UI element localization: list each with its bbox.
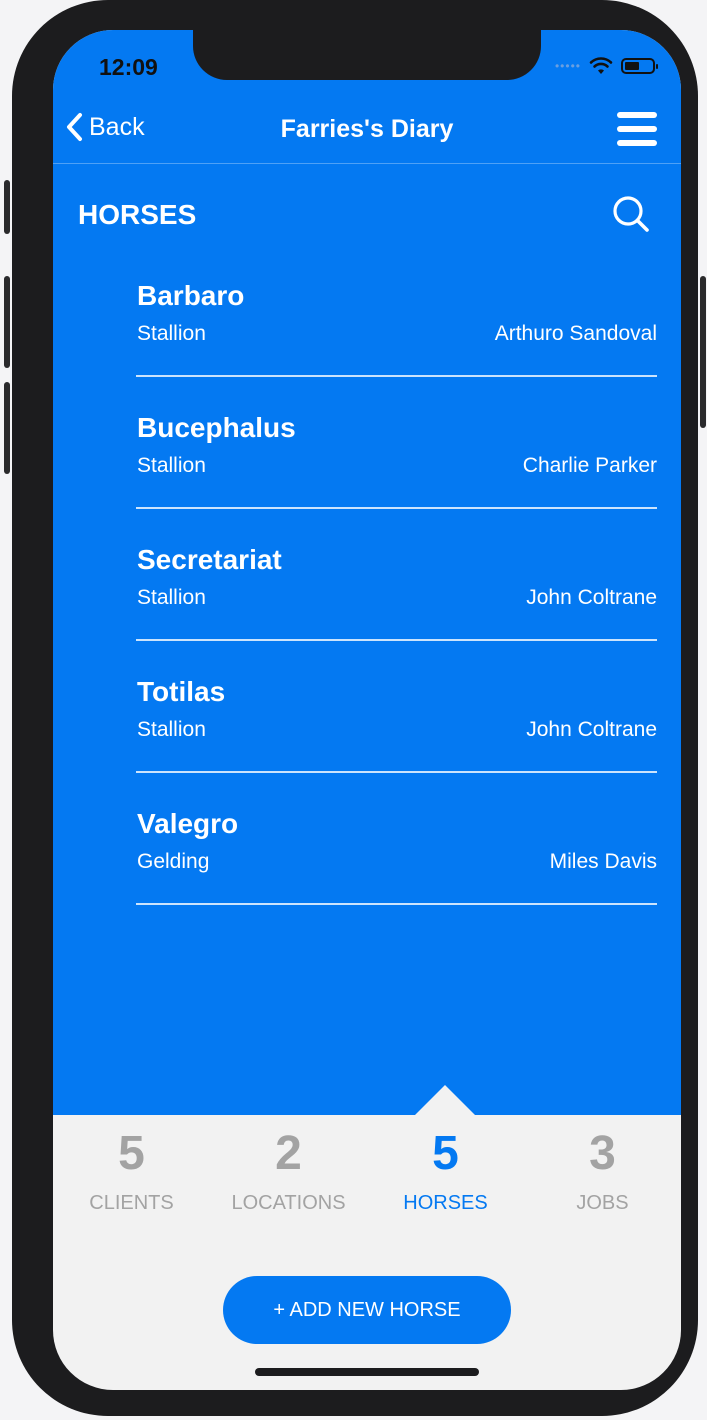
row-divider — [136, 903, 657, 905]
row-divider — [136, 375, 657, 377]
search-icon[interactable] — [611, 194, 651, 234]
row-divider — [136, 771, 657, 773]
screen: 12:09 ••••• Back Farries's Diary HORSES … — [53, 30, 681, 1390]
status-time: 12:09 — [99, 54, 158, 80]
status-icons: ••••• — [554, 56, 658, 76]
menu-icon[interactable] — [617, 112, 657, 148]
horse-owner: Arthuro Sandoval — [494, 322, 657, 345]
horse-type: Stallion — [137, 586, 206, 609]
horse-type: Stallion — [137, 718, 206, 741]
list-item[interactable]: Barbaro Stallion Arthuro Sandoval — [136, 280, 657, 412]
page-title: Farries's Diary — [280, 115, 454, 143]
wifi-icon — [589, 57, 613, 74]
tab-label: LOCATIONS — [231, 1192, 346, 1214]
horse-owner: Miles Davis — [549, 850, 657, 873]
horse-type: Stallion — [137, 322, 206, 345]
volume-down-button — [4, 382, 10, 474]
active-tab-pointer — [415, 1085, 475, 1115]
tab-clients[interactable]: 5 CLIENTS — [53, 1130, 210, 1240]
tab-label: HORSES — [403, 1192, 488, 1214]
device-frame: 12:09 ••••• Back Farries's Diary HORSES … — [4, 0, 706, 1416]
row-divider — [136, 639, 657, 641]
volume-up-button — [4, 276, 10, 368]
horse-name: Bucephalus — [137, 412, 296, 443]
nav-bar: Back Farries's Diary — [53, 100, 681, 162]
horse-type: Gelding — [137, 850, 210, 873]
section-title: HORSES — [78, 199, 197, 230]
tab-count: 3 — [589, 1127, 616, 1180]
horse-name: Valegro — [137, 808, 239, 839]
tab-bar: 5 CLIENTS 2 LOCATIONS 5 HORSES 3 JOBS — [53, 1130, 681, 1240]
horse-owner: John Coltrane — [526, 718, 657, 741]
list-item[interactable]: Secretariat Stallion John Coltrane — [136, 544, 657, 676]
list-item[interactable]: Totilas Stallion John Coltrane — [136, 676, 657, 808]
power-button — [700, 276, 706, 428]
horse-name: Barbaro — [137, 280, 245, 311]
tab-locations[interactable]: 2 LOCATIONS — [210, 1130, 367, 1240]
horse-owner: John Coltrane — [526, 586, 657, 609]
home-indicator[interactable] — [255, 1368, 479, 1376]
add-new-horse-button[interactable]: + ADD NEW HORSE — [223, 1276, 511, 1344]
nav-divider — [53, 163, 681, 164]
horse-type: Stallion — [137, 454, 206, 477]
tab-count: 5 — [432, 1127, 459, 1180]
signal-dots-icon: ••••• — [554, 59, 581, 73]
tab-horses[interactable]: 5 HORSES — [367, 1130, 524, 1240]
tab-label: JOBS — [576, 1192, 629, 1214]
tab-count: 5 — [118, 1127, 145, 1180]
horse-owner: Charlie Parker — [522, 454, 657, 477]
horse-list: Barbaro Stallion Arthuro Sandoval Buceph… — [136, 280, 657, 940]
tab-count: 2 — [275, 1127, 302, 1180]
horse-name: Totilas — [137, 676, 226, 707]
mute-switch — [4, 180, 10, 234]
horse-name: Secretariat — [137, 544, 282, 575]
notch — [193, 30, 541, 80]
list-item[interactable]: Bucephalus Stallion Charlie Parker — [136, 412, 657, 544]
battery-icon — [621, 58, 658, 74]
row-divider — [136, 507, 657, 509]
tab-label: CLIENTS — [89, 1192, 174, 1214]
list-item[interactable]: Valegro Gelding Miles Davis — [136, 808, 657, 940]
tab-jobs[interactable]: 3 JOBS — [524, 1130, 681, 1240]
